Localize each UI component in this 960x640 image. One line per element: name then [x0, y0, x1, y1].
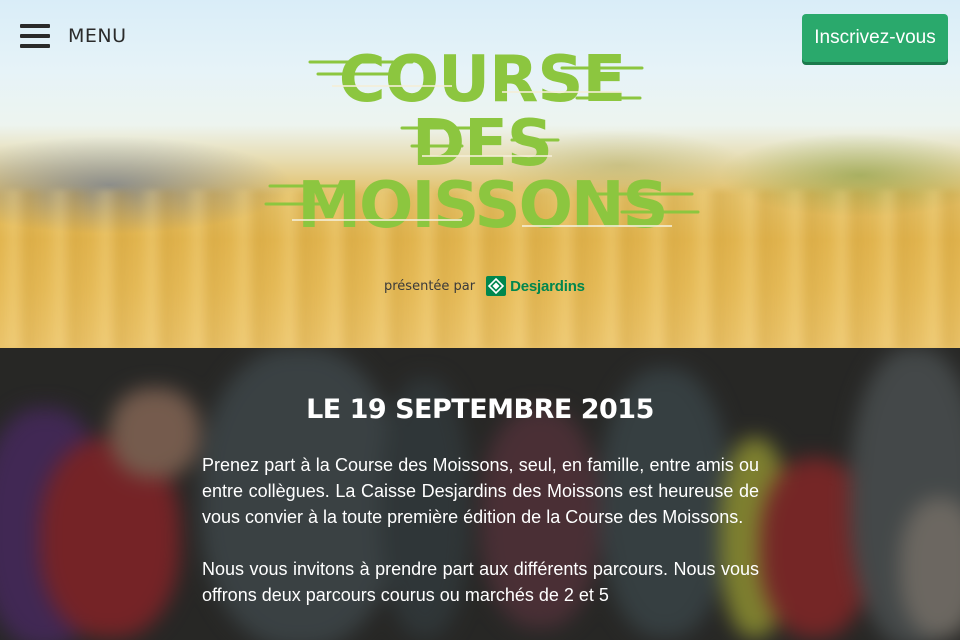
- event-date-heading: LE 19 SEPTEMBRE 2015: [306, 394, 654, 425]
- intro-paragraph-2: Nous vous invitons à prendre part aux di…: [202, 559, 759, 605]
- desjardins-emblem-icon: [486, 276, 507, 296]
- menu-button[interactable]: MENU: [20, 20, 127, 52]
- sponsor-name: Desjardins: [510, 277, 585, 295]
- sponsor-logo[interactable]: Desjardins: [486, 276, 585, 296]
- event-info-section: LE 19 SEPTEMBRE 2015 Prenez part à la Co…: [0, 348, 960, 640]
- presented-by: présentée par Desjardins: [384, 274, 585, 298]
- event-description: Prenez part à la Course des Moissons, se…: [202, 452, 759, 608]
- hamburger-icon[interactable]: [20, 24, 50, 48]
- logo-line-des: DES: [412, 107, 553, 181]
- logo-line-moissons: MOISSONS: [297, 169, 668, 243]
- menu-label[interactable]: MENU: [68, 25, 127, 47]
- event-logo: COURSE DES MOISSONS: [262, 48, 702, 246]
- hero-banner: MENU Inscrivez-vous COURSE DES MOISSONS: [0, 0, 960, 348]
- signup-button[interactable]: Inscrivez-vous: [802, 14, 948, 62]
- logo-line-course: COURSE: [338, 43, 626, 117]
- presented-by-text: présentée par: [384, 278, 476, 294]
- intro-paragraph-1: Prenez part à la Course des Moissons, se…: [202, 455, 759, 527]
